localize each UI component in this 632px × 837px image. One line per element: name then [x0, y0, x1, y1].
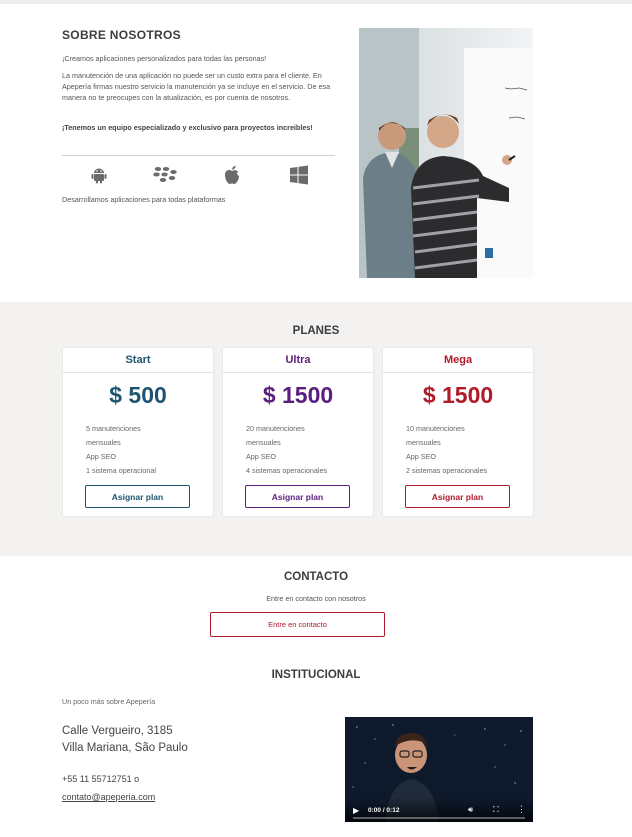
contact-subtitle: Entre en contacto con nosotros — [266, 594, 366, 603]
about-body: La manutención de una aplicación no pued… — [62, 71, 331, 102]
institutional-subtitle: Un poco más sobre Apepería — [62, 697, 156, 706]
plans-title: PLANES — [292, 325, 340, 337]
plan-feature: 5 manutenciones mensuales — [86, 424, 141, 447]
contact-title: CONTACTO — [283, 571, 349, 583]
phone-number: +55 11 55712751 o — [62, 774, 140, 784]
plan-feature: 10 manutenciones mensuales — [406, 424, 465, 447]
plan-feature: 2 sistemas operacionales — [406, 466, 488, 475]
about-section: SOBRE NOSOTROS ¡Creamos aplicaciones per… — [0, 4, 632, 302]
about-tagline: ¡Creamos aplicaciones personalizados par… — [62, 54, 267, 63]
platform-icons — [84, 164, 314, 186]
plan-card-start: Start $ 500 5 manutenciones mensuales Ap… — [63, 348, 213, 516]
plan-features: 10 manutenciones mensuales App SEO 2 sis… — [406, 422, 516, 478]
team-photo — [359, 28, 533, 278]
about-highlight: ¡Tenemos un equipo especializado y exclu… — [62, 123, 313, 132]
platforms-caption: Desarrollamos aplicaciones para todas pl… — [62, 195, 226, 204]
plan-price: $ 1500 — [262, 382, 334, 408]
windows-icon — [284, 164, 314, 186]
plan-feature: App SEO — [86, 452, 116, 461]
fullscreen-icon[interactable]: ⛶ — [493, 805, 499, 815]
plan-features: 5 manutenciones mensuales App SEO 1 sist… — [86, 422, 196, 478]
apple-icon — [217, 164, 247, 186]
about-title: SOBRE NOSOTROS — [62, 28, 181, 42]
email-link[interactable]: contato@apeperia.com — [62, 792, 155, 802]
plan-feature: App SEO — [246, 452, 276, 461]
institutional-title: INSTITUCIONAL — [271, 669, 361, 681]
address-line: Calle Vergueiro, 3185 — [62, 725, 173, 737]
assign-plan-button-start[interactable]: Asignar plan — [85, 485, 190, 508]
plan-card-mega: Mega $ 1500 10 manutenciones mensuales A… — [383, 348, 533, 516]
video-player[interactable]: ▶ 0:00 / 0:12 🔊︎ ⛶ ⋮ — [345, 717, 533, 822]
video-progress-track[interactable] — [353, 817, 525, 819]
assign-plan-button-ultra[interactable]: Asignar plan — [245, 485, 350, 508]
plans-section: PLANES Start $ 500 5 manutenciones mensu… — [0, 302, 632, 556]
video-controls: ▶ 0:00 / 0:12 🔊︎ ⛶ ⋮ — [345, 798, 533, 822]
plan-feature: 4 sistemas operacionales — [246, 466, 328, 475]
address: Calle Vergueiro, 3185 Villa Mariana, São… — [62, 723, 188, 757]
assign-plan-button-mega[interactable]: Asignar plan — [405, 485, 510, 508]
plan-price: $ 500 — [109, 382, 167, 408]
plan-feature: 1 sistema operacional — [86, 466, 156, 475]
video-time: 0:00 / 0:12 — [368, 807, 400, 814]
about-divider — [62, 155, 335, 156]
plan-features: 20 manutenciones mensuales App SEO 4 sis… — [246, 422, 356, 478]
more-options-icon[interactable]: ⋮ — [517, 804, 526, 815]
contact-button[interactable]: Entre en contacto — [210, 612, 385, 637]
plan-card-ultra: Ultra $ 1500 20 manutenciones mensuales … — [223, 348, 373, 516]
plan-name: Start — [63, 348, 213, 373]
plan-feature: 20 manutenciones mensuales — [246, 424, 305, 447]
blackberry-icon — [151, 164, 181, 186]
plan-price: $ 1500 — [422, 382, 494, 408]
play-icon[interactable]: ▶ — [353, 806, 359, 815]
address-line: Villa Mariana, São Paulo — [62, 742, 188, 754]
android-icon — [84, 164, 114, 186]
plan-name: Mega — [383, 348, 533, 373]
volume-icon[interactable]: 🔊︎ — [468, 805, 473, 815]
plan-name: Ultra — [223, 348, 373, 373]
plan-feature: App SEO — [406, 452, 436, 461]
